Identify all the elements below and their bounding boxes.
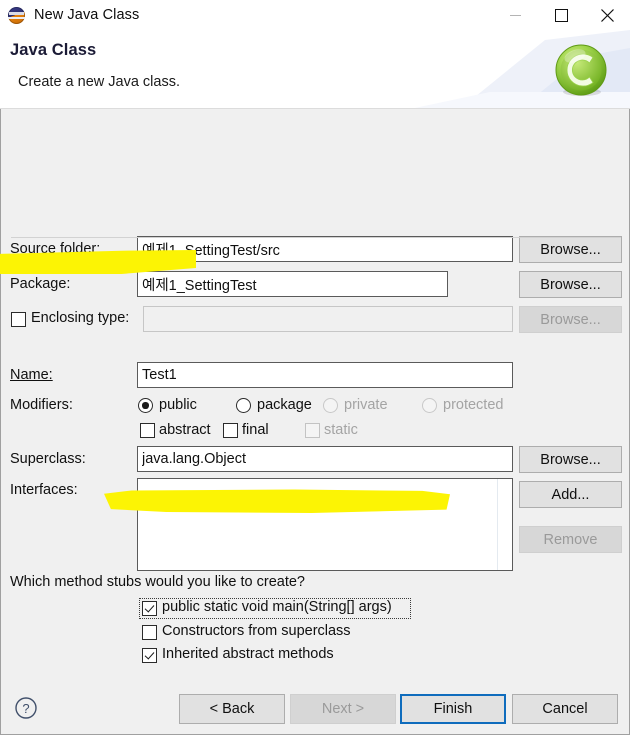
minimize-button[interactable] bbox=[492, 0, 538, 30]
superclass-browse-button[interactable]: Browse... bbox=[519, 446, 622, 473]
title-bar: New Java Class bbox=[0, 0, 630, 30]
dialog-body: Source folder: Browse... Package: Browse… bbox=[0, 109, 630, 713]
green-c-logo-icon bbox=[553, 42, 609, 98]
modifier-label-private: private bbox=[344, 397, 388, 413]
page-description: Create a new Java class. bbox=[18, 74, 180, 90]
modifier-radio-protected bbox=[422, 398, 437, 413]
superclass-label: Superclass: bbox=[10, 451, 86, 467]
eclipse-icon bbox=[8, 6, 26, 24]
next-button: Next > bbox=[290, 694, 396, 724]
close-icon bbox=[600, 8, 614, 22]
modifier-checkbox-static bbox=[305, 423, 320, 438]
stub-label-main[interactable]: public static void main(String[] args) bbox=[162, 599, 392, 615]
enclosing-type-label[interactable]: Enclosing type: bbox=[31, 310, 129, 326]
name-label: Name: bbox=[10, 367, 53, 383]
window-controls bbox=[492, 0, 630, 30]
dialog-footer: ? < Back Next > Finish Cancel bbox=[0, 670, 630, 735]
package-label: Package: bbox=[10, 276, 71, 292]
modifier-radio-private bbox=[323, 398, 338, 413]
maximize-icon bbox=[554, 8, 568, 22]
stub-label-inherited[interactable]: Inherited abstract methods bbox=[162, 646, 334, 662]
back-button[interactable]: < Back bbox=[179, 694, 285, 724]
modifier-checkbox-abstract[interactable] bbox=[140, 423, 155, 438]
modifier-label-final[interactable]: final bbox=[242, 422, 269, 438]
source-folder-label: Source folder: bbox=[10, 241, 101, 257]
page-title: Java Class bbox=[10, 41, 97, 59]
maximize-button[interactable] bbox=[538, 0, 584, 30]
interfaces-scrollbar[interactable] bbox=[497, 479, 498, 570]
close-button[interactable] bbox=[584, 0, 630, 30]
enclosing-type-input bbox=[143, 306, 513, 332]
modifier-label-protected: protected bbox=[443, 397, 504, 413]
svg-text:?: ? bbox=[22, 701, 29, 716]
finish-button[interactable]: Finish bbox=[400, 694, 506, 724]
modifier-radio-public[interactable] bbox=[138, 398, 153, 413]
modifier-label-package[interactable]: package bbox=[257, 397, 312, 413]
package-input[interactable] bbox=[137, 271, 448, 297]
modifiers-label: Modifiers: bbox=[10, 397, 73, 413]
interfaces-label: Interfaces: bbox=[10, 482, 78, 498]
stub-checkbox-constructors[interactable] bbox=[142, 625, 157, 640]
superclass-input[interactable] bbox=[137, 446, 513, 472]
interfaces-remove-button: Remove bbox=[519, 526, 622, 553]
interfaces-add-button[interactable]: Add... bbox=[519, 481, 622, 508]
interfaces-listbox[interactable] bbox=[137, 478, 513, 571]
modifier-label-public[interactable]: public bbox=[159, 397, 197, 413]
source-folder-browse-button[interactable]: Browse... bbox=[519, 236, 622, 263]
enclosing-type-browse-button: Browse... bbox=[519, 306, 622, 333]
minimize-icon bbox=[509, 14, 521, 16]
method-stubs-question: Which method stubs would you like to cre… bbox=[10, 574, 305, 590]
package-browse-button[interactable]: Browse... bbox=[519, 271, 622, 298]
enclosing-type-checkbox[interactable] bbox=[11, 312, 26, 327]
modifier-label-abstract[interactable]: abstract bbox=[159, 422, 211, 438]
stub-checkbox-inherited[interactable] bbox=[142, 648, 157, 663]
modifier-radio-package[interactable] bbox=[236, 398, 251, 413]
help-icon[interactable]: ? bbox=[14, 696, 38, 720]
cancel-button[interactable]: Cancel bbox=[512, 694, 618, 724]
source-folder-input[interactable] bbox=[137, 236, 513, 262]
stub-label-constructors[interactable]: Constructors from superclass bbox=[162, 623, 351, 639]
name-input[interactable] bbox=[137, 362, 513, 388]
modifier-label-static: static bbox=[324, 422, 358, 438]
modifier-checkbox-final[interactable] bbox=[223, 423, 238, 438]
dialog-header: Java Class Create a new Java class. bbox=[0, 30, 630, 109]
window-title: New Java Class bbox=[34, 7, 140, 23]
